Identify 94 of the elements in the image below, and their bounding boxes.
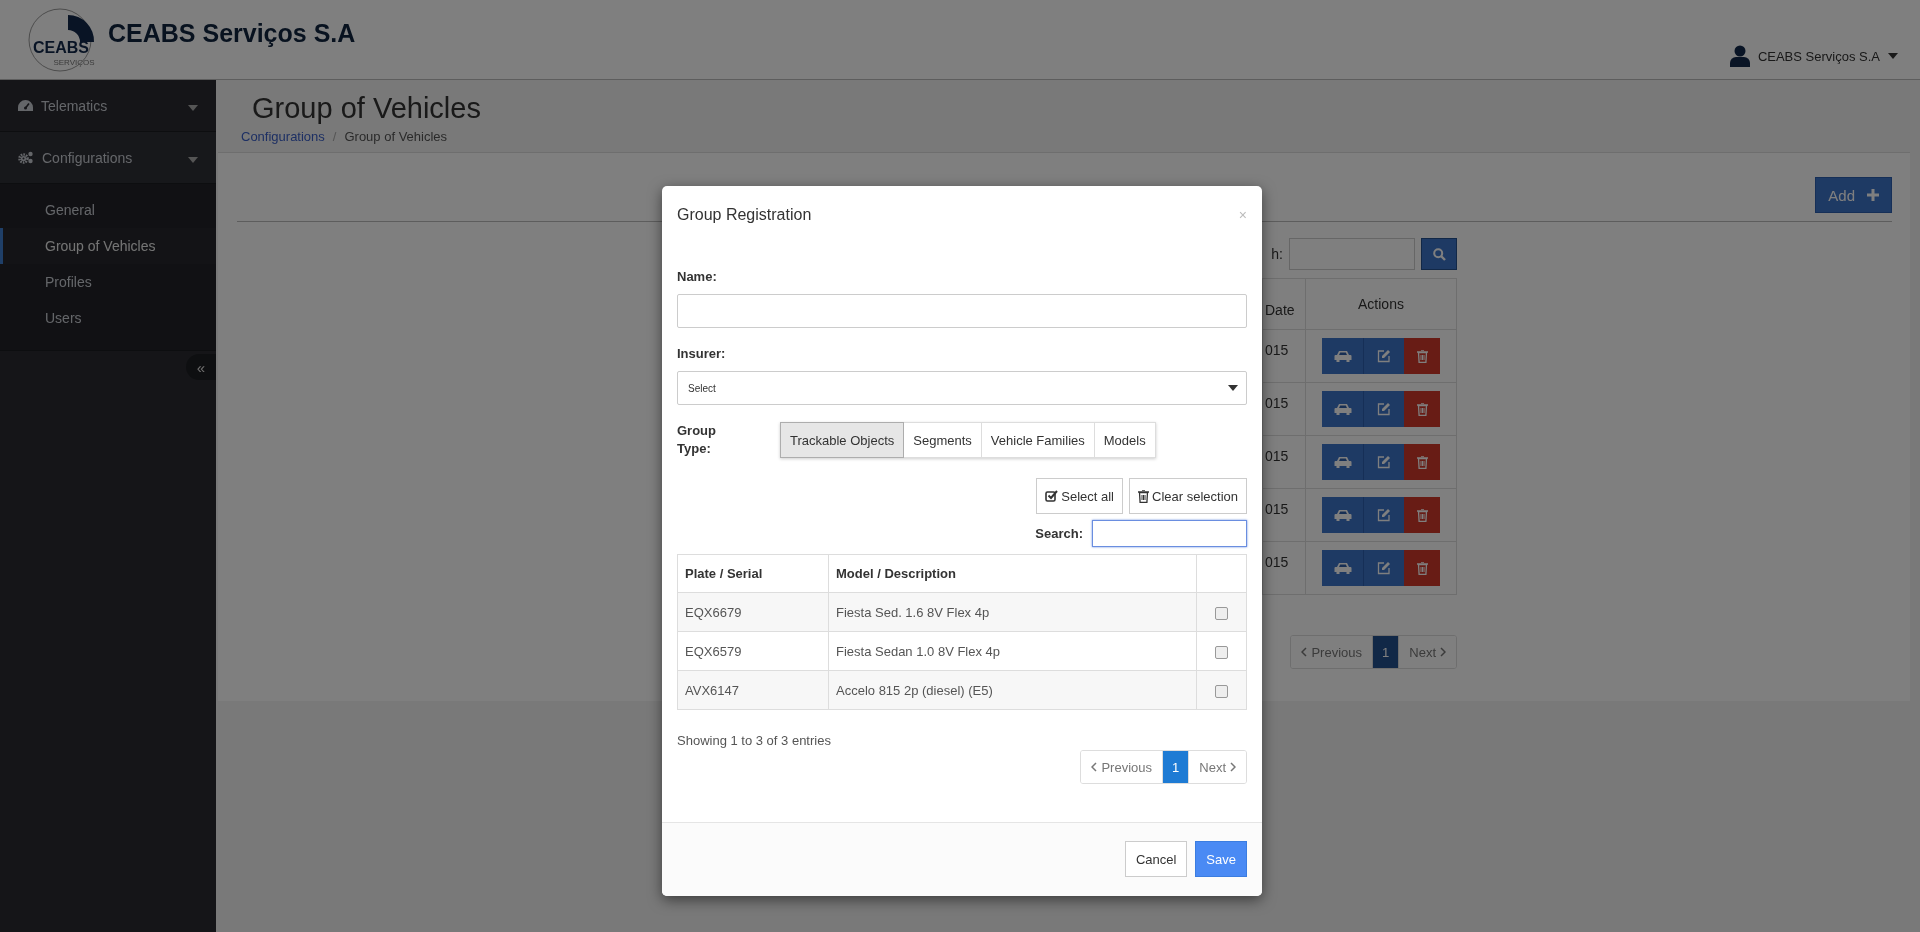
- table-cell: EQX6579: [677, 631, 829, 671]
- search-label: Search:: [1035, 526, 1083, 541]
- user-icon: [1729, 45, 1750, 67]
- chevron-right-icon: [1230, 762, 1236, 772]
- table-cell: Fiesta Sed. 1.6 8V Flex 4p: [828, 592, 1197, 632]
- group-type-tab[interactable]: Trackable Objects: [780, 422, 905, 458]
- edit-icon: [1377, 508, 1391, 522]
- company-name: CEABS Serviços S.A: [108, 19, 356, 48]
- trash-icon: [1416, 349, 1428, 363]
- page-button[interactable]: 1: [1373, 636, 1400, 668]
- edit-button[interactable]: [1364, 550, 1404, 586]
- user-menu[interactable]: CEABS Serviços S.A: [1757, 48, 1880, 64]
- column-header: Plate / Serial: [677, 554, 829, 593]
- car-icon: [1333, 349, 1352, 363]
- row-checkbox[interactable]: [1215, 684, 1228, 698]
- breadcrumb-separator: /: [332, 129, 337, 144]
- field-label: Name:: [677, 268, 718, 286]
- car-icon: [1333, 402, 1352, 416]
- select-all-button[interactable]: Select all: [1036, 478, 1123, 514]
- edit-button[interactable]: [1364, 338, 1404, 374]
- edit-icon: [1377, 455, 1391, 469]
- column-header: Date: [1262, 278, 1306, 330]
- add-button[interactable]: Add: [1815, 177, 1892, 213]
- field-label: Group Type:: [677, 422, 717, 458]
- trash-icon: [1416, 508, 1428, 522]
- dropdown-arrow-icon: [1228, 385, 1238, 391]
- vehicles-button[interactable]: [1322, 444, 1364, 480]
- search-button[interactable]: [1421, 238, 1457, 270]
- previous-button[interactable]: Previous: [1291, 636, 1374, 668]
- gears-icon: [18, 151, 34, 164]
- chevron-left-icon: [1301, 647, 1308, 657]
- search-field[interactable]: [1092, 520, 1247, 547]
- search-label: h:: [1271, 246, 1283, 262]
- delete-button[interactable]: [1404, 338, 1440, 374]
- group-type-tab[interactable]: Segments: [904, 422, 982, 458]
- page-title: Group of Vehicles: [252, 92, 482, 125]
- trash-icon: [1416, 455, 1428, 469]
- gauge-icon: [18, 99, 33, 112]
- caret-icon: [1888, 53, 1898, 59]
- trash-icon: [1138, 489, 1149, 503]
- row-checkbox[interactable]: [1215, 645, 1228, 659]
- delete-button[interactable]: [1404, 444, 1440, 480]
- caret-icon: [188, 104, 198, 111]
- group-type-tab[interactable]: Models: [1094, 422, 1156, 458]
- entries-info: Showing 1 to 3 of 3 entries: [677, 732, 832, 750]
- table-cell: EQX6679: [677, 592, 829, 632]
- insurer-select[interactable]: Select: [677, 371, 1247, 405]
- vehicles-button[interactable]: [1322, 497, 1364, 533]
- car-icon: [1333, 561, 1352, 575]
- table-cell: AVX6147: [677, 670, 829, 710]
- table-cell: Accelo 815 2p (diesel) (E5): [828, 670, 1197, 710]
- submenu-item[interactable]: Users: [0, 300, 216, 336]
- row-checkbox[interactable]: [1215, 606, 1228, 620]
- plus-icon: [1867, 189, 1879, 201]
- edit-button[interactable]: [1364, 444, 1404, 480]
- group-type-tab[interactable]: Vehicle Families: [981, 422, 1095, 458]
- delete-button[interactable]: [1404, 497, 1440, 533]
- column-header: Actions: [1305, 278, 1457, 330]
- vehicles-button[interactable]: [1322, 550, 1364, 586]
- delete-button[interactable]: [1404, 550, 1440, 586]
- vehicles-button[interactable]: [1322, 391, 1364, 427]
- previous-button[interactable]: Previous: [1081, 751, 1164, 783]
- edit-icon: [1377, 561, 1391, 575]
- submenu-item[interactable]: General: [0, 192, 216, 228]
- page-button[interactable]: 1: [1163, 751, 1190, 783]
- vehicles-button[interactable]: [1322, 338, 1364, 374]
- dialog-title: Group Registration: [677, 206, 812, 224]
- breadcrumb-current: Group of Vehicles: [344, 129, 448, 144]
- name-field[interactable]: [677, 294, 1247, 328]
- table-cell: Fiesta Sedan 1.0 8V Flex 4p: [828, 631, 1197, 671]
- check-square-icon: [1045, 490, 1059, 502]
- search-field[interactable]: [1289, 238, 1415, 270]
- clear-selection-button[interactable]: Clear selection: [1129, 478, 1247, 514]
- delete-button[interactable]: [1404, 391, 1440, 427]
- save-button[interactable]: Save: [1195, 841, 1247, 877]
- chevron-left-icon: [1091, 762, 1098, 772]
- search-icon: [1432, 247, 1446, 261]
- chevron-right-icon: [1440, 647, 1446, 657]
- column-header: Model / Description: [828, 554, 1197, 593]
- edit-icon: [1377, 349, 1391, 363]
- logo: CEABS SERVIÇOS: [28, 6, 96, 73]
- car-icon: [1333, 455, 1352, 469]
- submenu-item[interactable]: Profiles: [0, 264, 216, 300]
- caret-icon: [188, 156, 198, 163]
- trash-icon: [1416, 402, 1428, 416]
- edit-icon: [1377, 402, 1391, 416]
- breadcrumb-link[interactable]: Configurations: [241, 129, 325, 144]
- car-icon: [1333, 508, 1352, 522]
- field-label: Insurer:: [677, 345, 727, 363]
- collapse-button[interactable]: «: [186, 354, 216, 380]
- edit-button[interactable]: [1364, 497, 1404, 533]
- cancel-button[interactable]: Cancel: [1124, 841, 1188, 877]
- edit-button[interactable]: [1364, 391, 1404, 427]
- trash-icon: [1416, 561, 1428, 575]
